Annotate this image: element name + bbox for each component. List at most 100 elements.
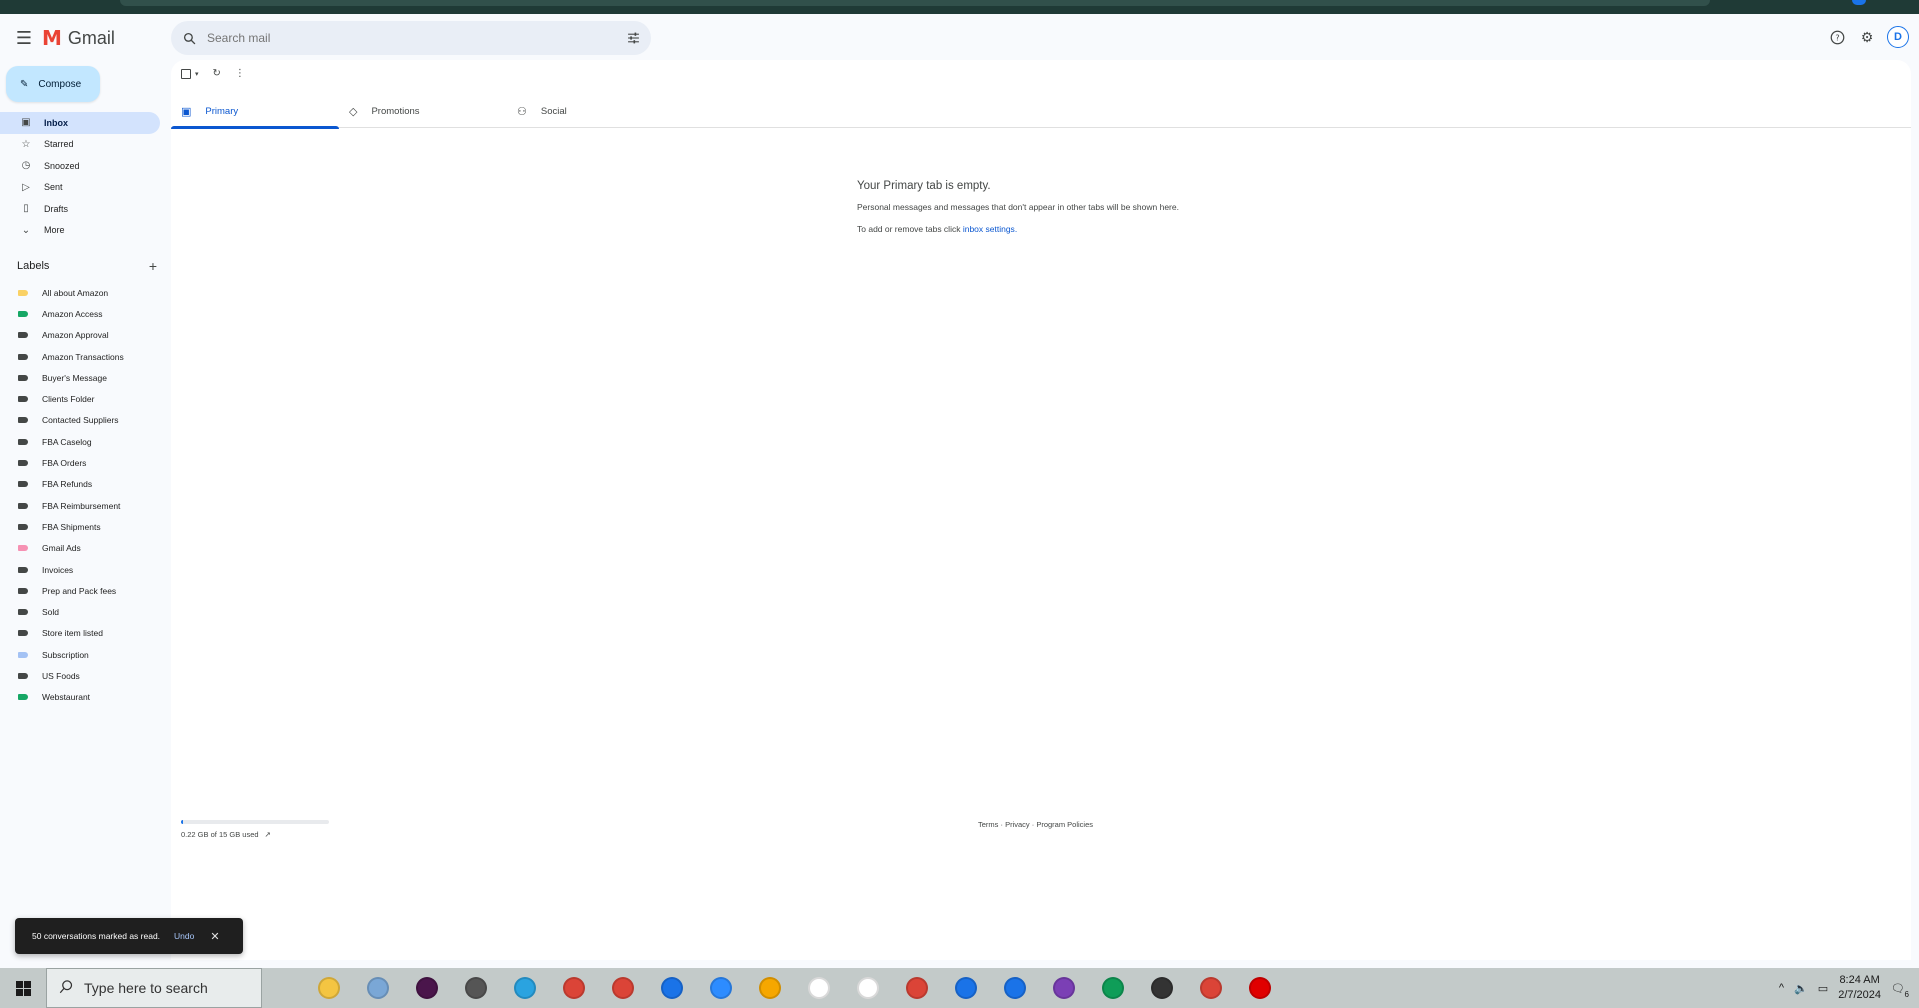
- chrome-green-icon[interactable]: [1088, 968, 1137, 1008]
- notifications-icon[interactable]: 🗨 6: [1891, 982, 1909, 999]
- label-item[interactable]: Contacted Suppliers: [0, 410, 160, 431]
- label-item[interactable]: All about Amazon: [0, 282, 160, 303]
- chrome-mu-icon[interactable]: [941, 968, 990, 1008]
- chart-app-2-icon[interactable]: [843, 968, 892, 1008]
- account-avatar[interactable]: D: [1887, 26, 1909, 48]
- tab-social[interactable]: ⚇ Social: [507, 94, 675, 128]
- zoom-icon[interactable]: [696, 968, 745, 1008]
- label-item[interactable]: US Foods: [0, 665, 160, 686]
- label-item[interactable]: FBA Shipments: [0, 516, 160, 537]
- chrome-k2-icon[interactable]: [990, 968, 1039, 1008]
- inbox-settings-link[interactable]: inbox settings: [963, 224, 1015, 234]
- label-item[interactable]: Clients Folder: [0, 388, 160, 409]
- telegram-icon[interactable]: [500, 968, 549, 1008]
- add-label-icon[interactable]: +: [149, 258, 157, 274]
- app-glyph: [317, 977, 340, 999]
- sidebar-item-drafts[interactable]: ▯ Drafts: [0, 198, 160, 220]
- label-item[interactable]: Store item listed: [0, 623, 160, 644]
- chart-app-icon[interactable]: [794, 968, 843, 1008]
- browser-tab-bar[interactable]: [120, 0, 1710, 6]
- help-icon[interactable]: ?: [1827, 27, 1847, 47]
- chrome-person-icon[interactable]: [1039, 968, 1088, 1008]
- gmail-logo[interactable]: M Gmail: [42, 26, 115, 50]
- windows-start-button[interactable]: [0, 968, 46, 1008]
- sidebar-item-label: Inbox: [44, 117, 68, 128]
- undo-button[interactable]: Undo: [174, 931, 194, 941]
- tag-icon: ◇: [349, 105, 358, 118]
- more-options-icon[interactable]: ⋮: [235, 68, 245, 79]
- notepad-icon[interactable]: [353, 968, 402, 1008]
- footer-links[interactable]: Terms · Privacy · Program Policies: [978, 820, 1093, 829]
- clock-time: 8:24 AM: [1839, 974, 1880, 986]
- label-item[interactable]: FBA Refunds: [0, 474, 160, 495]
- search-options-icon[interactable]: [615, 32, 651, 44]
- rakuten-icon[interactable]: [745, 968, 794, 1008]
- compose-button[interactable]: ✎ Compose: [6, 66, 100, 102]
- slack-icon[interactable]: [402, 968, 451, 1008]
- label-item[interactable]: FBA Orders: [0, 452, 160, 473]
- browser-profile-dot[interactable]: [1852, 0, 1866, 5]
- file-explorer-icon[interactable]: [304, 968, 353, 1008]
- label-item[interactable]: Amazon Access: [0, 303, 160, 324]
- search-icon[interactable]: [171, 32, 207, 45]
- label-name: Store item listed: [42, 628, 103, 639]
- label-item[interactable]: Sold: [0, 601, 160, 622]
- sidebar-item-snoozed[interactable]: ◷ Snoozed: [0, 155, 160, 177]
- calculator-icon[interactable]: [451, 968, 500, 1008]
- svg-text:?: ?: [1835, 32, 1839, 42]
- label-item[interactable]: Subscription: [0, 644, 160, 665]
- select-all-checkbox[interactable]: ▾: [181, 68, 199, 79]
- label-item[interactable]: Amazon Approval: [0, 325, 160, 346]
- labels-title: Labels: [17, 260, 50, 272]
- search-input[interactable]: [207, 31, 615, 45]
- tab-promotions[interactable]: ◇ Promotions: [339, 94, 507, 128]
- chrome-dark-icon[interactable]: [1137, 968, 1186, 1008]
- taskbar-search[interactable]: Type here to search: [46, 968, 262, 1008]
- chrome-c-icon[interactable]: [892, 968, 941, 1008]
- label-item[interactable]: Invoices: [0, 559, 160, 580]
- chrome-k-icon[interactable]: [647, 968, 696, 1008]
- sidebar-item-starred[interactable]: ☆ Starred: [0, 134, 160, 156]
- label-name: US Foods: [42, 670, 80, 681]
- settings-gear-icon[interactable]: ⚙: [1857, 27, 1877, 47]
- record-icon[interactable]: [1235, 968, 1284, 1008]
- label-item[interactable]: FBA Caselog: [0, 431, 160, 452]
- sidebar-item-inbox[interactable]: ▣ Inbox: [0, 112, 160, 134]
- main-panel: ▾ ↻ ⋮ ▣ Primary ◇ Promotions ⚇ Social Your Pr…: [171, 60, 1911, 960]
- chrome-icon[interactable]: [549, 968, 598, 1008]
- label-item[interactable]: Gmail Ads: [0, 538, 160, 559]
- chrome-profile-icon[interactable]: [598, 968, 647, 1008]
- volume-icon[interactable]: 🔈: [1794, 982, 1808, 995]
- empty-title: Your Primary tab is empty.: [857, 180, 991, 192]
- label-item[interactable]: FBA Reimbursement: [0, 495, 160, 516]
- gmail-m-icon: M: [42, 26, 62, 50]
- sidebar-item-label: Starred: [44, 139, 74, 150]
- select-dropdown-icon[interactable]: ▾: [195, 70, 199, 78]
- gmail-header: ☰ M Gmail ? ⚙ D: [0, 14, 1919, 62]
- browser-strip: [0, 0, 1919, 14]
- app-glyph: [709, 977, 732, 999]
- main-menu-icon[interactable]: ☰: [12, 26, 36, 50]
- sidebar-item-sent[interactable]: ▷ Sent: [0, 177, 160, 199]
- app-glyph: [366, 977, 389, 999]
- close-icon[interactable]: ✕: [210, 930, 219, 943]
- app-glyph: [905, 977, 928, 999]
- network-icon[interactable]: ▭: [1818, 982, 1828, 995]
- compose-label: Compose: [38, 78, 82, 90]
- refresh-icon[interactable]: ↻: [213, 68, 221, 79]
- search-bar[interactable]: [171, 21, 651, 55]
- external-link-icon[interactable]: ↗: [265, 830, 271, 839]
- chevron-up-icon[interactable]: ^: [1779, 982, 1784, 994]
- label-tag-icon: [18, 587, 28, 594]
- label-item[interactable]: Buyer's Message: [0, 367, 160, 388]
- sidebar-item-more[interactable]: ⌄ More: [0, 220, 160, 242]
- label-name: Clients Folder: [42, 394, 95, 405]
- label-item[interactable]: Prep and Pack fees: [0, 580, 160, 601]
- chrome-red-icon[interactable]: [1186, 968, 1235, 1008]
- label-item[interactable]: Amazon Transactions: [0, 346, 160, 367]
- label-tag-icon: [18, 460, 28, 467]
- tab-primary[interactable]: ▣ Primary: [171, 94, 339, 129]
- label-item[interactable]: Webstaurant: [0, 687, 160, 708]
- clock[interactable]: 8:24 AM 2/7/2024: [1838, 973, 1881, 1003]
- app-glyph: [611, 977, 634, 999]
